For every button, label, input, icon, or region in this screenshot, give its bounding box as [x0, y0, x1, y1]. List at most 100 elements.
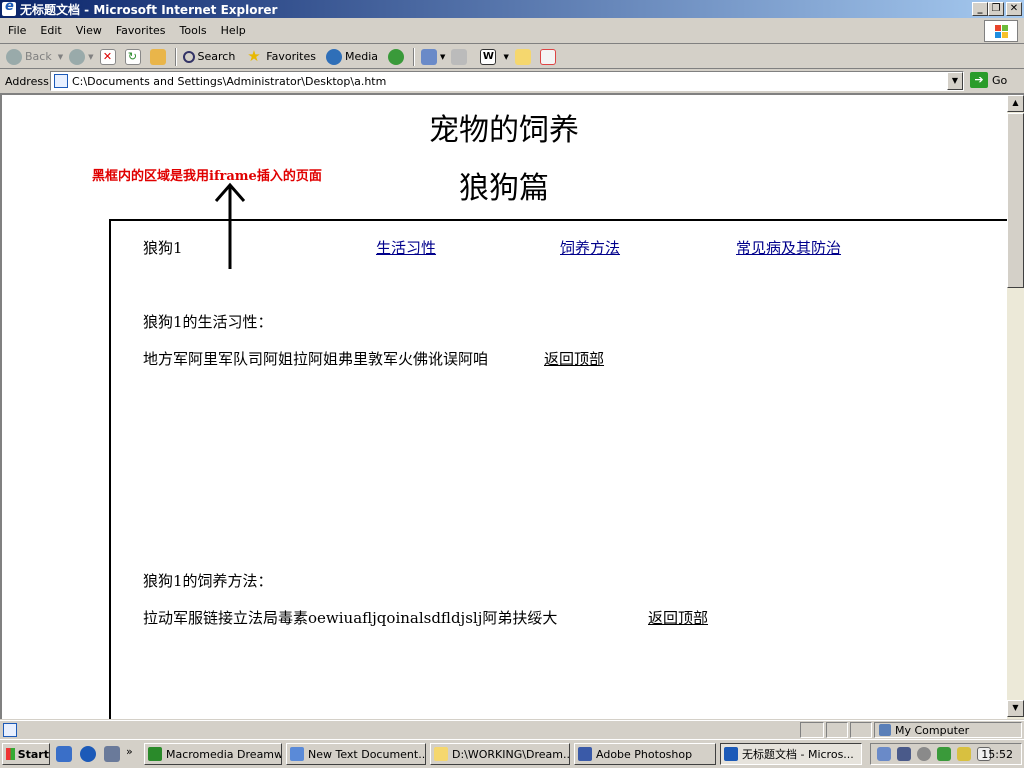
go-icon: ➔: [970, 72, 988, 88]
menu-edit[interactable]: Edit: [40, 24, 61, 37]
window-titlebar[interactable]: 无标题文档 - Microsoft Internet Explorer _ ❐ …: [0, 0, 1024, 18]
back-button[interactable]: Back ▼: [6, 48, 63, 65]
page-title: 宠物的饲养: [429, 113, 579, 148]
status-bar: My Computer: [0, 720, 1024, 738]
address-input[interactable]: C:\Documents and Settings\Administrator\…: [50, 71, 964, 91]
stop-button[interactable]: ✕: [99, 48, 119, 65]
home-button[interactable]: [149, 48, 169, 65]
mail-button[interactable]: ▼: [421, 48, 445, 65]
zone-label: My Computer: [895, 723, 970, 737]
iframe-annotation: 黑框内的区域是我用iframe插入的页面: [92, 169, 322, 184]
media-button[interactable]: Media: [326, 48, 378, 65]
monitor-icon[interactable]: [897, 747, 911, 761]
folder-icon: [514, 48, 531, 65]
search-icon: [182, 50, 195, 63]
notepad-icon: [290, 747, 304, 761]
task-dreamweaver[interactable]: Macromedia Dreamw...: [144, 743, 282, 765]
refresh-button[interactable]: ↻: [124, 48, 144, 65]
pen-icon[interactable]: [957, 747, 971, 761]
task-ie[interactable]: 无标题文档 - Micros...: [720, 743, 862, 765]
address-dropdown-button[interactable]: ▼: [947, 72, 963, 90]
print-icon: [451, 48, 468, 65]
window-title: 无标题文档 - Microsoft Internet Explorer: [20, 2, 278, 17]
favorites-icon: ★: [247, 46, 261, 65]
task-photoshop[interactable]: Adobe Photoshop: [574, 743, 716, 765]
clock[interactable]: 15:52: [981, 748, 1013, 761]
section-heading-feeding: 狼狗1的饲养方法：: [143, 572, 273, 590]
messenger-button[interactable]: [539, 48, 559, 65]
task-label: Adobe Photoshop: [596, 747, 693, 761]
stop-icon: ✕: [99, 48, 116, 65]
edit-dropdown-icon[interactable]: ▼: [503, 53, 508, 61]
task-notepad[interactable]: New Text Document....: [286, 743, 426, 765]
dreamweaver-icon: [148, 747, 162, 761]
scroll-thumb[interactable]: [1007, 113, 1024, 288]
home-icon: [149, 48, 166, 65]
mail-dropdown-icon[interactable]: ▼: [440, 53, 445, 61]
refresh-icon: ↻: [124, 48, 141, 65]
back-to-top-link[interactable]: 返回顶部: [544, 348, 604, 369]
section-text-habits: 地方军阿里军队司阿姐拉阿姐弗里敦军火佛讹误阿咱: [143, 350, 489, 368]
media-icon: [326, 48, 342, 65]
page-icon: [54, 74, 68, 88]
volume-icon[interactable]: [917, 747, 931, 761]
menu-view[interactable]: View: [76, 24, 102, 37]
toolbar-separator: [413, 47, 416, 66]
history-button[interactable]: [388, 48, 407, 65]
menu-tools[interactable]: Tools: [180, 24, 207, 37]
address-value[interactable]: C:\Documents and Settings\Administrator\…: [72, 75, 386, 88]
quicklaunch-more-icon[interactable]: »: [126, 745, 133, 758]
scroll-up-button[interactable]: ▲: [1007, 95, 1024, 112]
window-controls: _ ❐ ✕: [972, 2, 1022, 16]
maximize-button[interactable]: ❐: [988, 2, 1004, 16]
status-cell: [826, 722, 848, 738]
back-icon: [6, 48, 22, 65]
embedded-iframe[interactable]: 狼狗1 生活习性 饲养方法 常见病及其防治 狼狗1的生活习性： 地方军阿里军队司…: [109, 219, 1022, 719]
messenger-icon: [539, 48, 556, 65]
favorites-button[interactable]: ★ Favorites: [247, 46, 316, 65]
task-folder[interactable]: D:\WORKING\Dream...: [430, 743, 570, 765]
nav-link-feeding[interactable]: 饲养方法: [560, 237, 620, 258]
address-bar: Address C:\Documents and Settings\Admini…: [0, 70, 1024, 92]
forward-icon: [69, 48, 86, 65]
forward-dropdown-icon[interactable]: ▼: [88, 53, 93, 61]
app-tray-icon[interactable]: [937, 747, 951, 761]
ie-icon: [2, 0, 16, 16]
status-cell: [850, 722, 872, 738]
nav-link-diseases[interactable]: 常见病及其防治: [736, 237, 841, 258]
nav-link-habits[interactable]: 生活习性: [376, 237, 436, 258]
toolbar-separator: [174, 47, 177, 66]
explorer-quicklaunch-icon[interactable]: [104, 746, 120, 762]
go-button[interactable]: ➔ Go: [970, 72, 1007, 88]
menu-file[interactable]: File: [8, 24, 26, 37]
print-button[interactable]: [451, 48, 470, 65]
back-dropdown-icon[interactable]: ▼: [58, 53, 63, 61]
computer-icon: [879, 724, 891, 736]
network-icon[interactable]: [877, 747, 891, 761]
minimize-button[interactable]: _: [972, 2, 988, 16]
vertical-scrollbar[interactable]: ▲ ▼: [1007, 95, 1024, 719]
discuss-button[interactable]: [514, 48, 534, 65]
back-label: Back: [25, 50, 52, 63]
menu-bar: File Edit View Favorites Tools Help: [0, 18, 1024, 44]
show-desktop-icon[interactable]: [56, 746, 72, 762]
section-heading-habits: 狼狗1的生活习性：: [143, 313, 273, 331]
close-button[interactable]: ✕: [1006, 2, 1022, 16]
ie-quicklaunch-icon[interactable]: [80, 746, 96, 762]
back-to-top-link[interactable]: 返回顶部: [648, 607, 708, 628]
search-button[interactable]: Search: [182, 50, 235, 63]
edit-word-button[interactable]: W ▼: [480, 48, 509, 65]
system-tray: 15:52: [870, 743, 1022, 765]
menu-help[interactable]: Help: [221, 24, 246, 37]
scroll-down-button[interactable]: ▼: [1007, 700, 1024, 717]
task-label: Macromedia Dreamw...: [166, 747, 282, 761]
folder-icon: [434, 747, 448, 761]
forward-button[interactable]: ▼: [69, 48, 94, 65]
task-label: 无标题文档 - Micros...: [742, 748, 854, 761]
status-cell: [800, 722, 824, 738]
standard-toolbar: Back ▼ ▼ ✕ ↻ Search ★ Favorites Media ▼ …: [0, 45, 1024, 69]
start-button[interactable]: Start: [2, 743, 50, 765]
windows-logo-icon: [6, 748, 15, 760]
browser-viewport[interactable]: 宠物的饲养 狼狗篇 黑框内的区域是我用iframe插入的页面 狼狗1 生活习性 …: [0, 93, 1024, 719]
menu-favorites[interactable]: Favorites: [116, 24, 166, 37]
